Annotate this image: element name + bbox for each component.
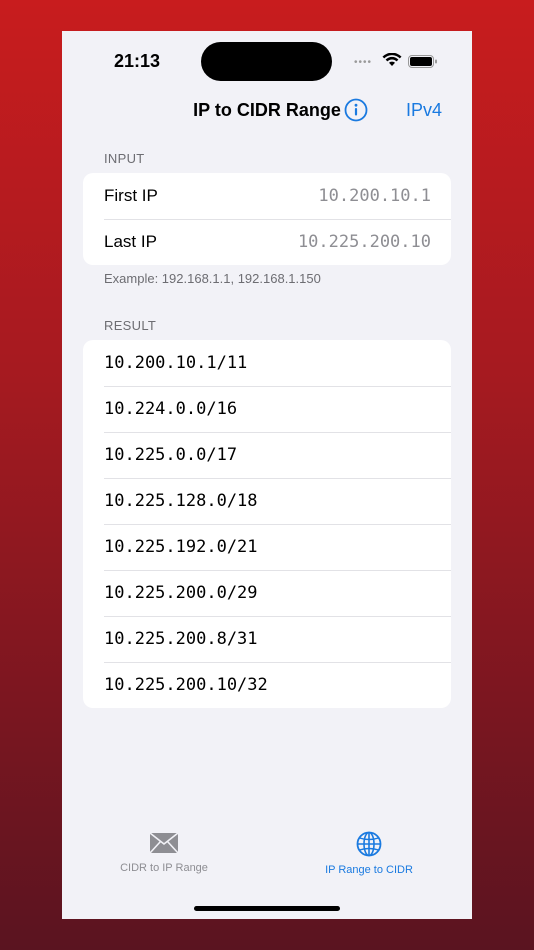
cidr-value: 10.225.200.10/32 [104,675,268,695]
cidr-value: 10.225.128.0/18 [104,491,258,511]
cidr-value: 10.200.10.1/11 [104,353,248,373]
home-indicator [194,906,340,911]
result-row[interactable]: 10.225.200.8/31 [83,616,451,662]
result-row[interactable]: 10.225.192.0/21 [83,524,451,570]
battery-icon [408,55,437,68]
wifi-icon [382,53,402,66]
last-ip-field[interactable]: 10.225.200.10 [298,232,431,252]
signal-dots-icon: •••• [354,57,373,68]
result-group: 10.200.10.1/11 10.224.0.0/16 10.225.0.0/… [83,340,451,708]
cidr-value: 10.225.200.8/31 [104,629,258,649]
result-row[interactable]: 10.224.0.0/16 [83,386,451,432]
input-section-header: INPUT [104,151,145,166]
info-circle-icon[interactable] [344,98,368,122]
input-group: First IP 10.200.10.1 Last IP 10.225.200.… [83,173,451,265]
globe-icon [356,831,382,857]
last-ip-row[interactable]: Last IP 10.225.200.10 [83,219,451,265]
tab-bar: CIDR to IP Range IP Range to CIDR [62,831,472,891]
result-row[interactable]: 10.225.200.0/29 [83,570,451,616]
envelope-icon [149,832,179,854]
tab-ip-range-to-cidr[interactable]: IP Range to CIDR [289,831,449,876]
result-row[interactable]: 10.200.10.1/11 [83,340,451,386]
cidr-value: 10.224.0.0/16 [104,399,238,419]
first-ip-field[interactable]: 10.200.10.1 [318,186,431,206]
tab-cidr-to-ip-range[interactable]: CIDR to IP Range [84,831,244,874]
cidr-value: 10.225.200.0/29 [104,583,258,603]
result-row[interactable]: 10.225.0.0/17 [83,432,451,478]
last-ip-label: Last IP [104,232,157,251]
result-row[interactable]: 10.225.200.10/32 [83,662,451,708]
page-title-text: IP to CIDR Range [193,100,341,120]
first-ip-row[interactable]: First IP 10.200.10.1 [83,173,451,219]
phone-screen: 21:13 •••• IP to CIDR Range IPv4 INPUT F… [62,31,472,919]
cidr-value: 10.225.0.0/17 [104,445,238,465]
ipv4-button[interactable]: IPv4 [406,100,442,121]
result-row[interactable]: 10.225.128.0/18 [83,478,451,524]
first-ip-label: First IP [104,186,158,205]
tab-label: CIDR to IP Range [120,862,208,874]
status-time: 21:13 [114,51,161,71]
cidr-value: 10.225.192.0/21 [104,537,258,557]
result-section-header: RESULT [104,318,157,333]
tab-label: IP Range to CIDR [325,864,413,876]
input-example-note: Example: 192.168.1.1, 192.168.1.150 [104,271,321,286]
dynamic-island [201,42,332,81]
